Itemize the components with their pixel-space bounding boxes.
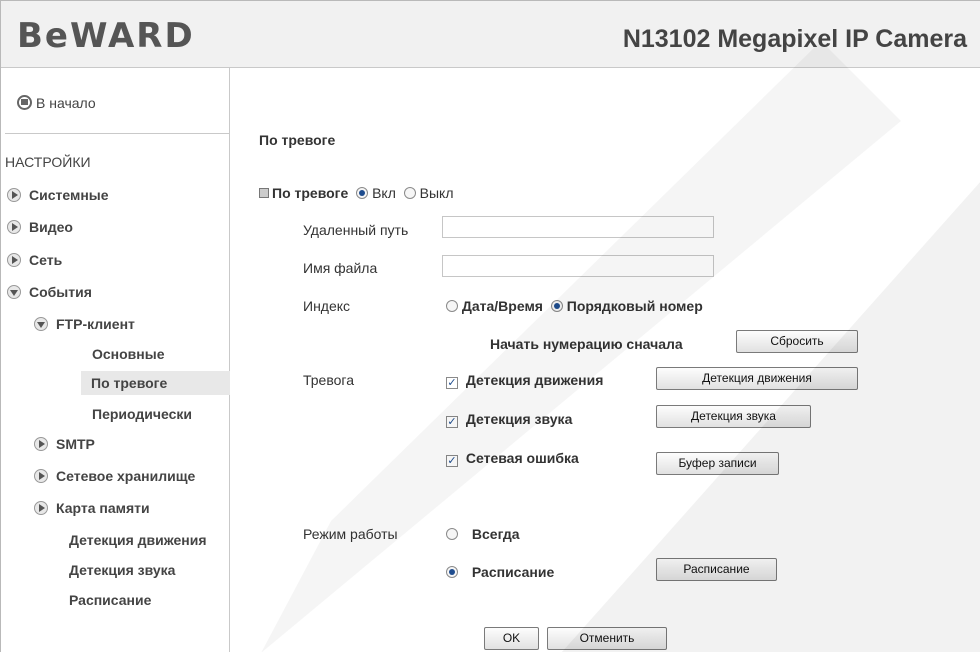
mode-always-radio[interactable] <box>446 528 458 540</box>
cancel-button[interactable]: Отменить <box>547 627 667 650</box>
sidebar-item-label: SMTP <box>56 436 95 452</box>
sidebar-item-motion-detection[interactable]: Детекция движения <box>69 532 230 548</box>
sidebar-item-label: FTP-клиент <box>56 316 135 332</box>
remote-path-label: Удаленный путь <box>303 222 409 238</box>
sidebar-divider <box>5 133 230 134</box>
network-error-checkbox[interactable]: ✓ <box>446 455 458 467</box>
sidebar-item-system[interactable]: Системные <box>7 187 109 203</box>
sidebar-item-label: Системные <box>29 187 109 203</box>
header: BeWARD N13102 Megapixel IP Camera <box>1 1 980 68</box>
sidebar-item-network-storage[interactable]: Сетевое хранилище <box>34 468 230 484</box>
chevron-down-icon <box>7 285 21 299</box>
sidebar: В начало НАСТРОЙКИ Системные Видео Сеть … <box>1 68 230 652</box>
file-name-label: Имя файла <box>303 260 378 276</box>
alarm-motion-row: ✓ Детекция движения <box>446 372 603 389</box>
alarm-toggle-label: По тревоге <box>272 185 349 201</box>
motion-checkbox-label: Детекция движения <box>465 372 604 388</box>
mode-always-row: Всегда <box>446 526 520 542</box>
index-label: Индекс <box>303 298 351 314</box>
sound-detection-button[interactable]: Детекция звука <box>656 405 811 428</box>
motion-detection-button[interactable]: Детекция движения <box>656 367 858 390</box>
index-options: Дата/Время Порядковый номер <box>446 298 703 314</box>
sidebar-item-sound-detection[interactable]: Детекция звука <box>69 562 175 578</box>
sound-checkbox-label: Детекция звука <box>465 411 573 427</box>
sidebar-item-schedule[interactable]: Расписание <box>69 592 151 608</box>
remote-path-input[interactable] <box>442 216 714 238</box>
mode-always-label: Всегда <box>471 526 520 542</box>
sidebar-item-network[interactable]: Сеть <box>7 252 62 268</box>
main-content: По тревоге По тревоге Вкл Выкл Удаленный… <box>231 68 980 652</box>
camera-title: N13102 Megapixel IP Camera <box>622 25 967 53</box>
sidebar-settings-title: НАСТРОЙКИ <box>5 154 91 170</box>
sidebar-item-on-alarm[interactable]: По тревоге <box>81 371 230 395</box>
index-sequence-radio[interactable] <box>550 300 563 312</box>
chevron-right-icon <box>34 469 48 483</box>
alarm-network-row: ✓ Сетевая ошибка <box>446 450 579 467</box>
logo: BeWARD <box>17 16 195 56</box>
sidebar-item-smtp[interactable]: SMTP <box>34 436 95 452</box>
ok-button[interactable]: OK <box>484 627 539 650</box>
network-error-label: Сетевая ошибка <box>465 450 579 466</box>
mode-schedule-radio[interactable] <box>446 566 458 578</box>
sidebar-item-events[interactable]: События <box>7 284 92 300</box>
motion-checkbox[interactable]: ✓ <box>446 377 458 389</box>
mode-schedule-row: Расписание <box>446 564 554 580</box>
restart-numbering-label: Начать нумерацию сначала <box>490 336 683 352</box>
chevron-right-icon <box>7 220 21 234</box>
alarm-sound-row: ✓ Детекция звука <box>446 411 572 428</box>
reset-button[interactable]: Сбросить <box>736 330 858 353</box>
toggle-on-radio[interactable] <box>356 187 369 199</box>
toggle-off-label: Выкл <box>419 185 454 201</box>
index-datetime-radio[interactable] <box>446 300 458 312</box>
alarm-label: Тревога <box>303 372 354 388</box>
sidebar-item-video[interactable]: Видео <box>7 219 73 235</box>
sidebar-item-basic[interactable]: Основные <box>92 346 165 362</box>
sidebar-home-label: В начало <box>36 95 96 111</box>
sidebar-item-ftp-client[interactable]: FTP-клиент <box>34 316 135 332</box>
home-icon <box>17 95 32 110</box>
chevron-right-icon <box>34 437 48 451</box>
schedule-button[interactable]: Расписание <box>656 558 777 581</box>
sidebar-item-label: Сеть <box>29 252 63 268</box>
mode-label: Режим работы <box>303 526 398 542</box>
toggle-on-label: Вкл <box>372 185 396 201</box>
sidebar-item-label: Карта памяти <box>56 500 150 516</box>
chevron-right-icon <box>34 501 48 515</box>
sound-checkbox[interactable]: ✓ <box>446 416 458 428</box>
index-datetime-label: Дата/Время <box>461 298 543 314</box>
index-sequence-label: Порядковый номер <box>566 298 703 314</box>
chevron-right-icon <box>7 188 21 202</box>
sidebar-item-memory-card[interactable]: Карта памяти <box>34 500 150 516</box>
sidebar-home-link[interactable]: В начало <box>17 95 96 111</box>
record-buffer-button[interactable]: Буфер записи <box>656 452 779 475</box>
mode-schedule-label: Расписание <box>471 564 555 580</box>
sidebar-item-label: События <box>29 284 92 300</box>
file-name-input[interactable] <box>442 255 714 277</box>
app-frame: BeWARD N13102 Megapixel IP Camera В нача… <box>0 0 980 652</box>
section-title: По тревоге <box>259 132 336 148</box>
sidebar-item-label: Сетевое хранилище <box>56 468 196 484</box>
sidebar-item-label: Видео <box>29 219 73 235</box>
sidebar-item-periodic[interactable]: Периодически <box>92 406 192 422</box>
bullet-icon <box>259 188 269 198</box>
alarm-toggle-row: По тревоге Вкл Выкл <box>259 185 454 201</box>
chevron-right-icon <box>7 253 21 267</box>
chevron-down-icon <box>34 317 48 331</box>
toggle-off-radio[interactable] <box>403 187 416 199</box>
